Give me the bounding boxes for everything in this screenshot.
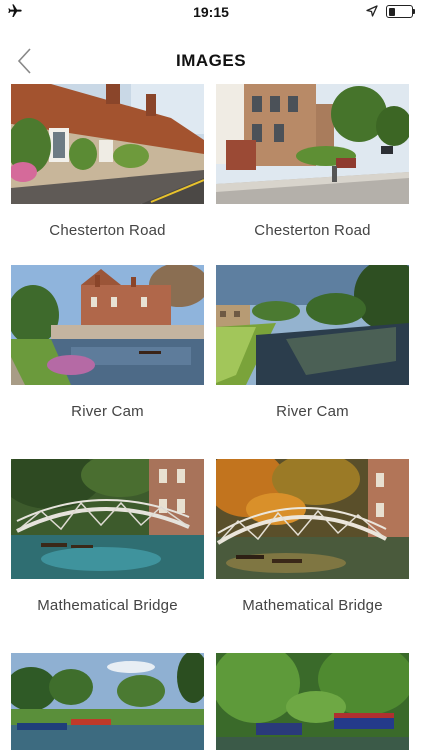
chesterton-road-townhouses-image (216, 84, 409, 204)
battery-nub (413, 9, 415, 14)
chesterton-road-cottages-image (11, 84, 204, 204)
image-grid: Chesterton Road Chesterton Road River Ca… (0, 84, 422, 750)
image-caption: Mathematical Bridge (242, 597, 383, 614)
battery-level (388, 7, 395, 16)
image-tile-mathematical-bridge-1[interactable]: Mathematical Bridge (11, 459, 204, 614)
mathematical-bridge-autumn-image (216, 459, 409, 579)
image-caption: Mathematical Bridge (37, 597, 178, 614)
river-boats-image (11, 653, 204, 750)
willow-narrowboats-image (216, 653, 409, 750)
image-tile-river-boats[interactable] (11, 653, 204, 750)
mathematical-bridge-summer-image (11, 459, 204, 579)
navigation-bar: IMAGES (0, 40, 422, 84)
image-caption: Chesterton Road (254, 222, 371, 239)
image-tile-chesterton-road-2[interactable]: Chesterton Road (216, 84, 409, 239)
river-cam-trees-image (216, 265, 409, 385)
location-arrow-icon (366, 5, 378, 17)
image-tile-willow-narrowboats[interactable] (216, 653, 409, 750)
image-tile-river-cam-2[interactable]: River Cam (216, 265, 409, 420)
image-tile-mathematical-bridge-2[interactable]: Mathematical Bridge (216, 459, 409, 614)
image-caption: Chesterton Road (49, 222, 166, 239)
image-caption: River Cam (276, 403, 349, 420)
page-title: IMAGES (175, 51, 247, 70)
status-time: 19:15 (193, 4, 229, 20)
battery-icon (386, 5, 413, 18)
image-tile-chesterton-road-1[interactable]: Chesterton Road (11, 84, 204, 239)
image-tile-river-cam-1[interactable]: River Cam (11, 265, 204, 420)
image-caption: River Cam (71, 403, 144, 420)
status-bar: 19:15 (0, 0, 422, 24)
river-cam-college-image (11, 265, 204, 385)
